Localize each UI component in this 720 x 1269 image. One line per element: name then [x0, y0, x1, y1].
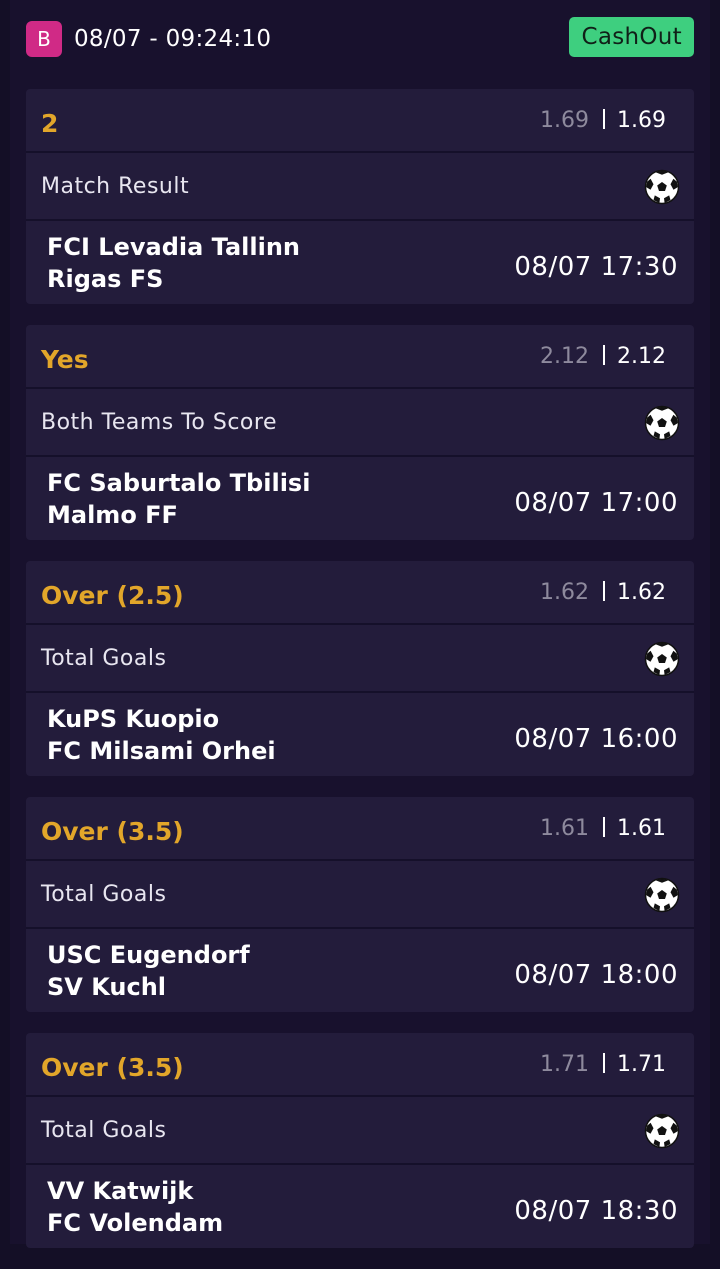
selection-card[interactable]: Over (2.5) 1.62 1.62 Total Goals KuPS Ku…: [26, 561, 694, 776]
selection-pick-row: Over (2.5) 1.62 1.62: [26, 561, 694, 625]
selection-card[interactable]: Over (3.5) 1.71 1.71 Total Goals VV Katw…: [26, 1033, 694, 1248]
betslip-header: B 08/07 - 09:24:10 CashOut: [10, 0, 710, 77]
market-row: Both Teams To Score: [26, 389, 694, 457]
selection-card[interactable]: Over (3.5) 1.61 1.61 Total Goals USC Eug…: [26, 797, 694, 1012]
away-team: SV Kuchl: [47, 973, 167, 1001]
selection-pick: Over (3.5): [41, 1053, 184, 1082]
soccer-ball-icon: [644, 1113, 680, 1149]
odds-original: 1.71: [540, 1052, 590, 1077]
market-name: Total Goals: [41, 646, 167, 671]
odds-original: 1.69: [540, 108, 590, 133]
odds-display: 1.69 1.69: [540, 105, 666, 137]
home-team: VV Katwijk: [47, 1177, 194, 1205]
home-team: KuPS Kuopio: [47, 705, 220, 733]
soccer-ball-icon: [644, 877, 680, 913]
odds-divider: [603, 1053, 606, 1073]
bet-type-badge: B: [26, 21, 62, 57]
soccer-ball-icon: [644, 405, 680, 441]
odds-display: 2.12 2.12: [540, 341, 666, 373]
selection-pick: Over (2.5): [41, 581, 184, 610]
selection-list: 2 1.69 1.69 Match Result FCI Levadia Tal…: [26, 89, 694, 1269]
event-row: VV Katwijk FC Volendam 08/07 18:30: [26, 1165, 694, 1248]
market-name: Match Result: [41, 174, 190, 199]
kickoff-time: 08/07 17:30: [514, 252, 678, 282]
soccer-ball-icon: [644, 169, 680, 205]
selection-pick: Yes: [41, 345, 89, 374]
odds-display: 1.61 1.61: [540, 813, 666, 845]
event-row: FCI Levadia Tallinn Rigas FS 08/07 17:30: [26, 221, 694, 304]
selection-card[interactable]: 2 1.69 1.69 Match Result FCI Levadia Tal…: [26, 89, 694, 304]
selection-pick-row: Yes 2.12 2.12: [26, 325, 694, 389]
selection-pick-row: 2 1.69 1.69: [26, 89, 694, 153]
home-team: USC Eugendorf: [47, 941, 250, 969]
event-row: FC Saburtalo Tbilisi Malmo FF 08/07 17:0…: [26, 457, 694, 540]
market-name: Both Teams To Score: [41, 410, 277, 435]
market-row: Total Goals: [26, 861, 694, 929]
kickoff-time: 08/07 18:00: [514, 960, 678, 990]
betslip-panel: B 08/07 - 09:24:10 CashOut 2 1.69 1.69 Ma…: [10, 0, 710, 1248]
market-row: Match Result: [26, 153, 694, 221]
odds-current: 1.71: [617, 1052, 666, 1077]
odds-original: 1.62: [540, 580, 590, 605]
market-name: Total Goals: [41, 1118, 167, 1143]
market-row: Total Goals: [26, 625, 694, 693]
event-row: USC Eugendorf SV Kuchl 08/07 18:00: [26, 929, 694, 1012]
kickoff-time: 08/07 16:00: [514, 724, 678, 754]
away-team: Malmo FF: [47, 501, 178, 529]
odds-original: 2.12: [540, 344, 590, 369]
selection-card[interactable]: Yes 2.12 2.12 Both Teams To Score FC Sab…: [26, 325, 694, 540]
selection-pick: Over (3.5): [41, 817, 184, 846]
soccer-ball-icon: [644, 641, 680, 677]
odds-divider: [603, 109, 606, 129]
home-team: FC Saburtalo Tbilisi: [47, 469, 311, 497]
selection-pick-row: Over (3.5) 1.71 1.71: [26, 1033, 694, 1097]
away-team: FC Volendam: [47, 1209, 224, 1237]
odds-current: 2.12: [617, 344, 666, 369]
odds-divider: [603, 345, 606, 365]
odds-current: 1.61: [617, 816, 666, 841]
odds-original: 1.61: [540, 816, 590, 841]
odds-divider: [603, 581, 606, 601]
odds-display: 1.71 1.71: [540, 1049, 666, 1081]
away-team: Rigas FS: [47, 265, 164, 293]
home-team: FCI Levadia Tallinn: [47, 233, 300, 261]
cashout-button[interactable]: CashOut: [569, 17, 694, 57]
event-row: KuPS Kuopio FC Milsami Orhei 08/07 16:00: [26, 693, 694, 776]
odds-display: 1.62 1.62: [540, 577, 666, 609]
selection-pick-row: Over (3.5) 1.61 1.61: [26, 797, 694, 861]
kickoff-time: 08/07 18:30: [514, 1196, 678, 1226]
market-row: Total Goals: [26, 1097, 694, 1165]
selection-pick: 2: [41, 109, 59, 138]
away-team: FC Milsami Orhei: [47, 737, 276, 765]
market-name: Total Goals: [41, 882, 167, 907]
odds-current: 1.69: [617, 108, 666, 133]
kickoff-time: 08/07 17:00: [514, 488, 678, 518]
bet-datetime: 08/07 - 09:24:10: [74, 26, 272, 52]
odds-current: 1.62: [617, 580, 666, 605]
odds-divider: [603, 817, 606, 837]
